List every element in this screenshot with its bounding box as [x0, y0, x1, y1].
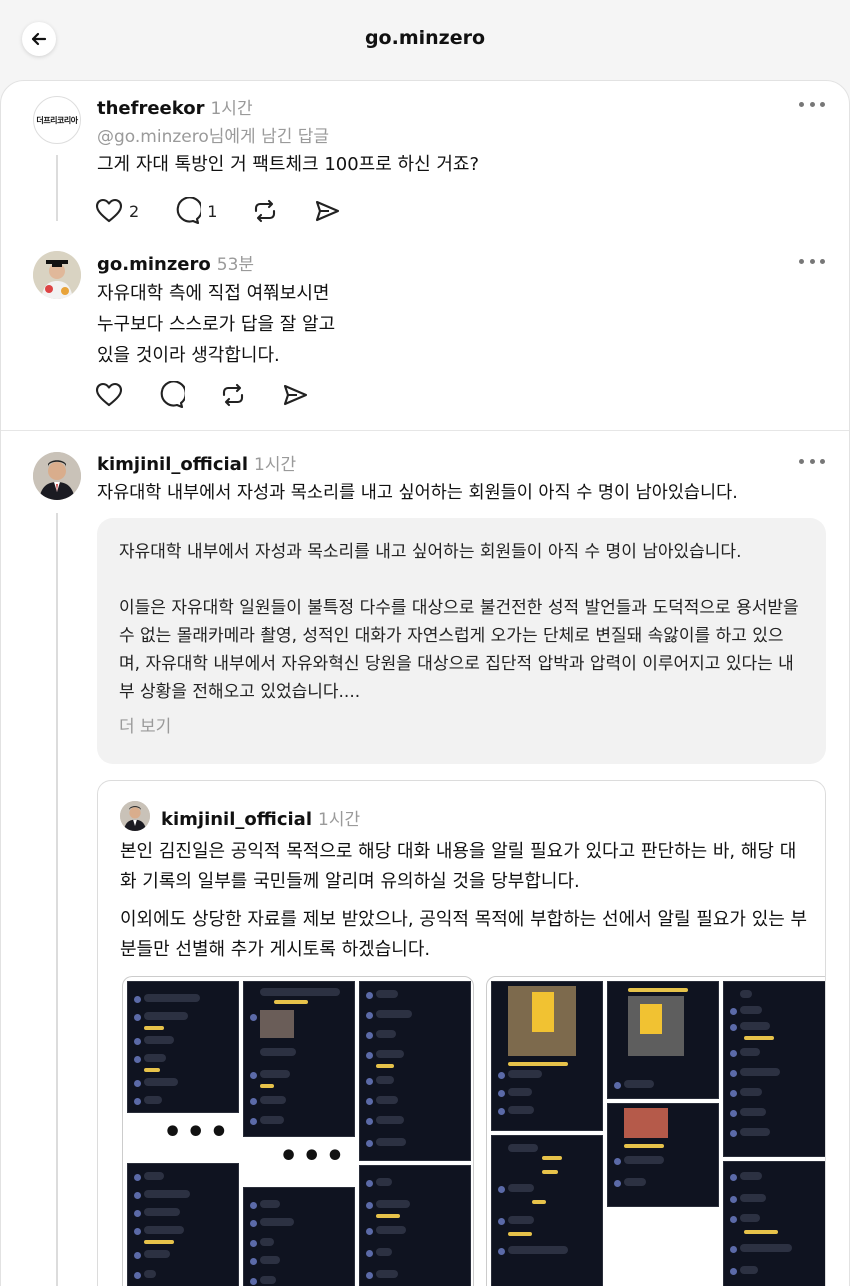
post-time: 1시간: [254, 455, 297, 475]
quote-box[interactable]: 자유대학 내부에서 자성과 목소리를 내고 싶어하는 회원들이 아직 수 명이 …: [97, 518, 826, 764]
embed-paragraph: 이외에도 상당한 자료를 제보 받았으나, 공익적 목적에 부합하는 선에서 알…: [120, 909, 808, 960]
post-author[interactable]: kimjinil_official 1시간: [97, 450, 296, 475]
avatar: [120, 801, 150, 831]
avatar[interactable]: [33, 251, 81, 299]
repost-icon: [222, 383, 244, 407]
avatar[interactable]: 더프리코리아: [33, 96, 81, 144]
quote-text: 자유대학 내부에서 자성과 목소리를 내고 싶어하는 회원들이 아직 수 명이 …: [119, 542, 799, 702]
more-options-button[interactable]: [799, 456, 825, 466]
avatar[interactable]: [33, 452, 81, 500]
repost-icon: [255, 199, 276, 223]
graduate-avatar-image: [33, 251, 81, 299]
embed-author[interactable]: kimjinil_official 1시간: [161, 805, 360, 830]
thread-line: [56, 155, 58, 221]
ellipsis-mark: •••: [163, 1115, 233, 1150]
man-in-suit-avatar-image: [33, 452, 81, 500]
heart-icon: [95, 382, 123, 407]
send-icon: [283, 384, 308, 406]
thread-card: 더프리코리아 thefreekor 1시간 @go.minzero님에게 남긴 답…: [0, 80, 850, 1286]
post-author[interactable]: go.minzero 53분: [97, 250, 254, 275]
more-options-button[interactable]: [799, 99, 825, 109]
post-text: 자유대학 측에 직접 여쭤보시면 누구보다 스스로가 답을 잘 알고 있을 것이…: [97, 283, 336, 366]
see-more-link[interactable]: 더 보기: [119, 712, 804, 737]
top-bar: go.minzero: [0, 0, 850, 80]
man-in-suit-avatar-image: [120, 801, 150, 831]
repost-button[interactable]: [251, 197, 279, 225]
post-author[interactable]: thefreekor 1시간: [97, 94, 253, 119]
like-button[interactable]: 2: [95, 198, 139, 224]
thread-line: [56, 513, 58, 1286]
post-time: 53분: [216, 255, 255, 275]
post-text: 자유대학 내부에서 자성과 목소리를 내고 싶어하는 회원들이 아직 수 명이 …: [97, 483, 738, 503]
comment-button[interactable]: [157, 381, 185, 409]
post-text: 그게 자대 톡방인 거 팩트체크 100프로 하신 거죠?: [97, 154, 480, 175]
embed-paragraph: 본인 김진일은 공익적 목적으로 해당 대화 내용을 알릴 필요가 있다고 판단…: [120, 841, 797, 892]
action-bar: [95, 380, 343, 410]
chat-screenshot-image[interactable]: [486, 976, 825, 1286]
repost-button[interactable]: [219, 381, 247, 409]
like-count: 2: [129, 201, 140, 221]
embedded-post[interactable]: kimjinil_official 1시간 본인 김진일은 공익적 목적으로 해당…: [97, 780, 826, 1286]
reply-to-label: @go.minzero님에게 남긴 답글: [97, 127, 330, 147]
post-time: 1시간: [210, 99, 253, 119]
embed-time: 1시간: [318, 810, 361, 830]
chat-screenshot-image[interactable]: ••• •••: [122, 976, 474, 1286]
share-button[interactable]: [281, 381, 309, 409]
more-options-button[interactable]: [799, 256, 825, 266]
like-button[interactable]: [95, 382, 123, 408]
ellipsis-mark: •••: [279, 1139, 349, 1174]
comment-icon: [176, 197, 202, 225]
send-icon: [316, 200, 340, 222]
action-bar: 2 1: [95, 196, 375, 226]
comment-icon: [160, 381, 185, 409]
comment-count: 1: [207, 201, 218, 221]
page-title: go.minzero: [364, 27, 486, 49]
comment-button[interactable]: 1: [173, 197, 217, 225]
heart-icon: [95, 198, 123, 223]
share-button[interactable]: [313, 197, 341, 225]
avatar-logo-text: 더프리코리아: [36, 115, 78, 125]
divider: [1, 430, 849, 431]
